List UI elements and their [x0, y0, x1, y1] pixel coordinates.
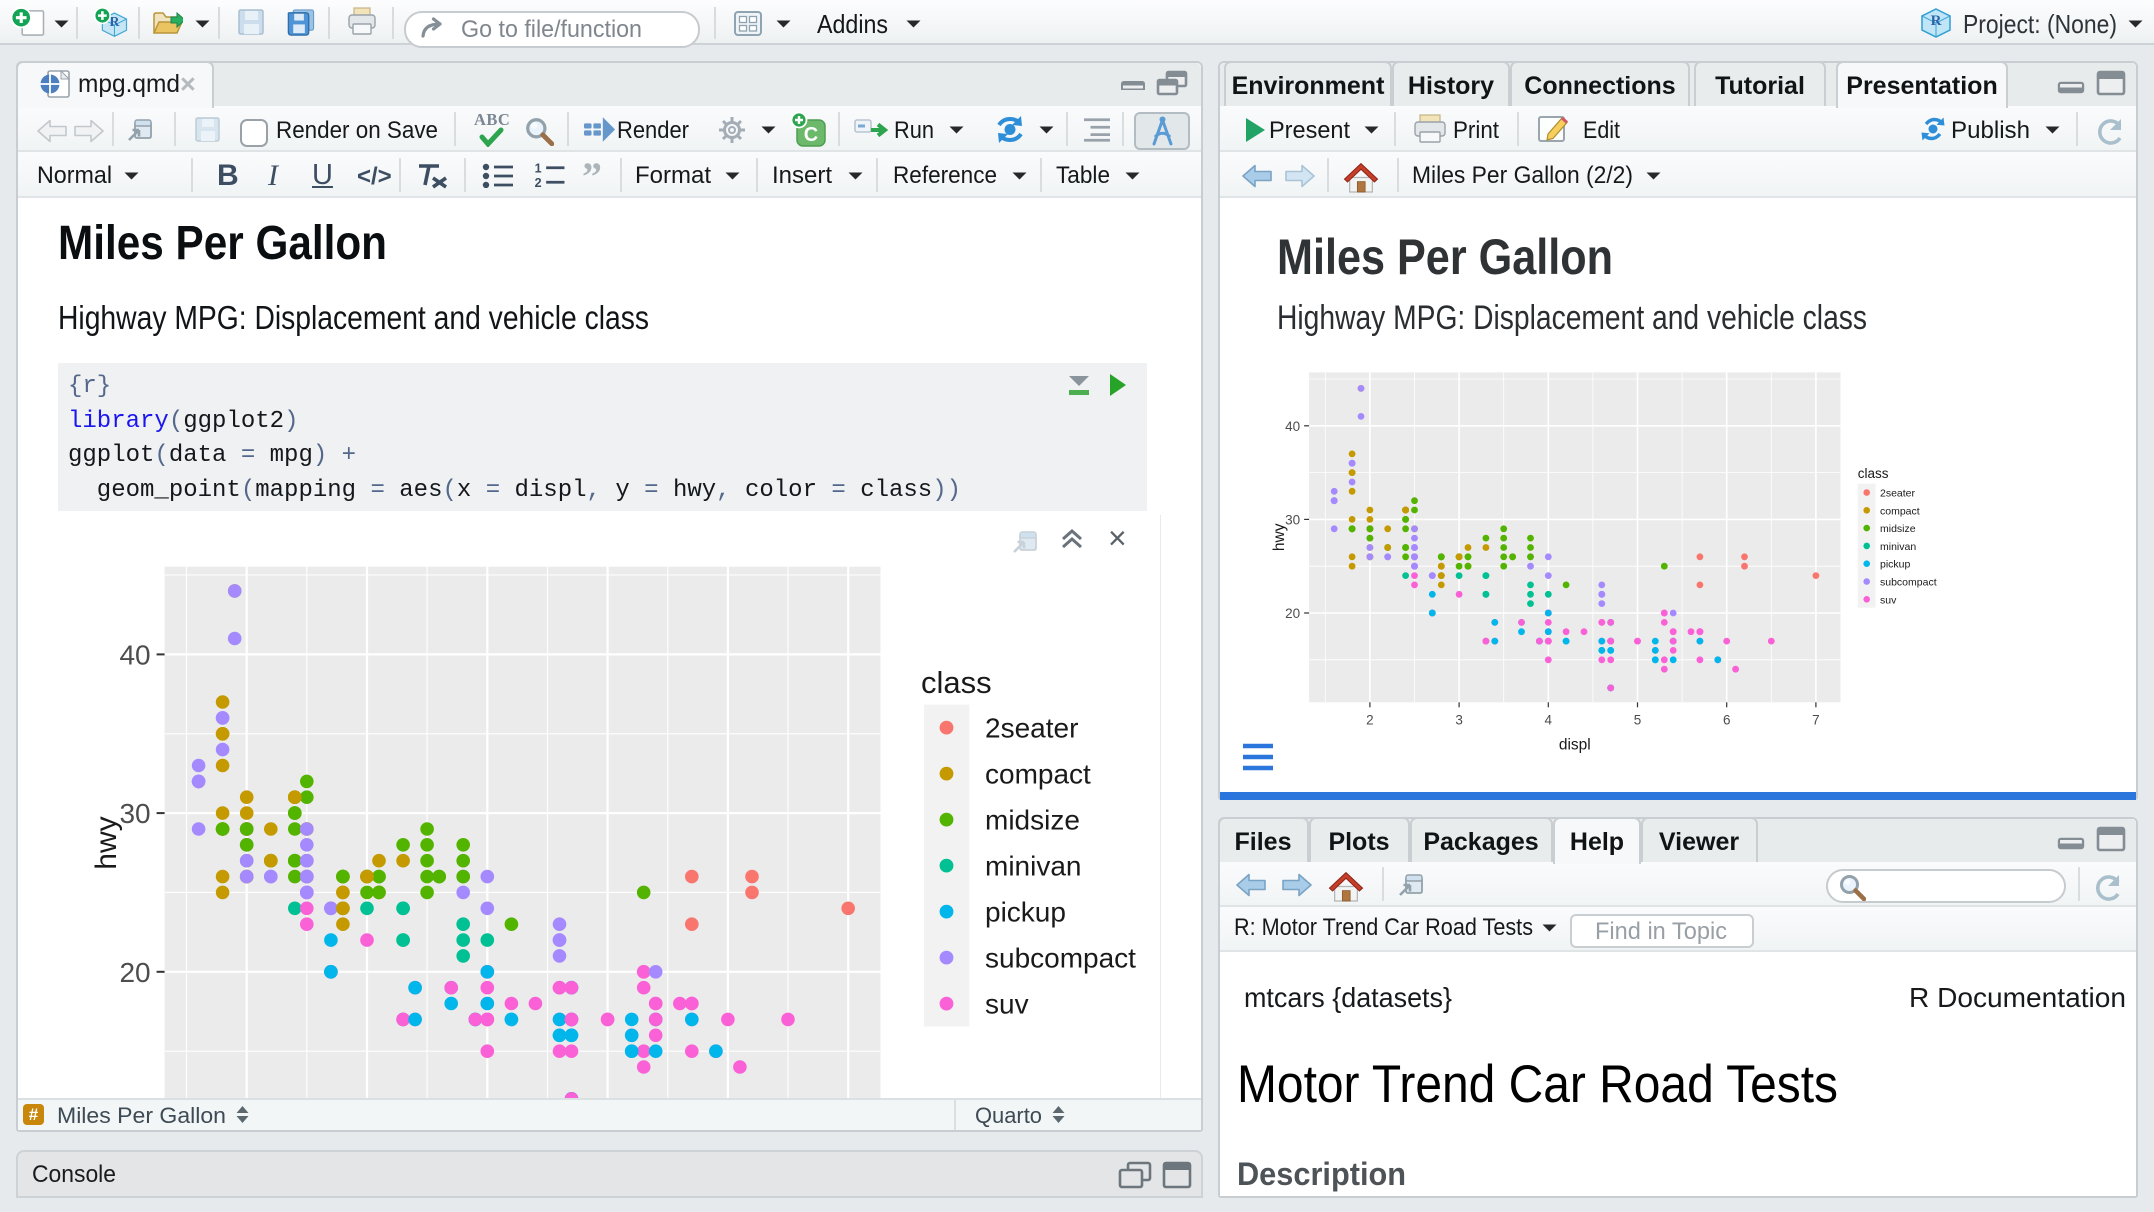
svg-text:compact: compact	[985, 759, 1091, 790]
svg-text:20: 20	[119, 957, 150, 988]
svg-text:2seater: 2seater	[985, 713, 1078, 744]
svg-text:hwy: hwy	[1271, 523, 1288, 551]
svg-text:class: class	[1858, 466, 1889, 481]
svg-text:midsize: midsize	[985, 805, 1080, 836]
svg-text:5: 5	[1634, 712, 1642, 727]
svg-text:3: 3	[1455, 712, 1463, 727]
svg-text:pickup: pickup	[1880, 559, 1911, 571]
svg-text:suv: suv	[985, 989, 1029, 1020]
svg-text:displ: displ	[1559, 736, 1591, 753]
svg-text:pickup: pickup	[985, 897, 1066, 928]
svg-text:40: 40	[1285, 419, 1300, 434]
svg-text:30: 30	[119, 798, 150, 829]
svg-text:6: 6	[1723, 712, 1731, 727]
svg-text:7: 7	[1812, 712, 1820, 727]
svg-text:minivan: minivan	[1880, 541, 1916, 553]
svg-text:R: R	[1931, 13, 1942, 29]
svg-text:1: 1	[535, 162, 542, 176]
svg-text:compact: compact	[1880, 505, 1920, 517]
svg-text:ABC: ABC	[474, 111, 510, 129]
svg-text:minivan: minivan	[985, 851, 1081, 882]
svg-text:2: 2	[535, 176, 542, 188]
svg-text:2seater: 2seater	[1880, 488, 1916, 500]
svg-text:2: 2	[1366, 712, 1374, 727]
svg-text:class: class	[921, 665, 992, 700]
svg-text:midsize: midsize	[1880, 523, 1916, 535]
svg-text:20: 20	[1285, 606, 1300, 621]
svg-text:subcompact: subcompact	[1880, 577, 1937, 589]
svg-text:40: 40	[119, 639, 150, 670]
svg-text:4: 4	[1545, 712, 1553, 727]
svg-text:suv: suv	[1880, 594, 1897, 606]
svg-text:subcompact: subcompact	[985, 943, 1136, 974]
svg-text:R: R	[109, 14, 120, 29]
svg-text:C: C	[804, 124, 818, 146]
svg-text:hwy: hwy	[90, 816, 123, 869]
